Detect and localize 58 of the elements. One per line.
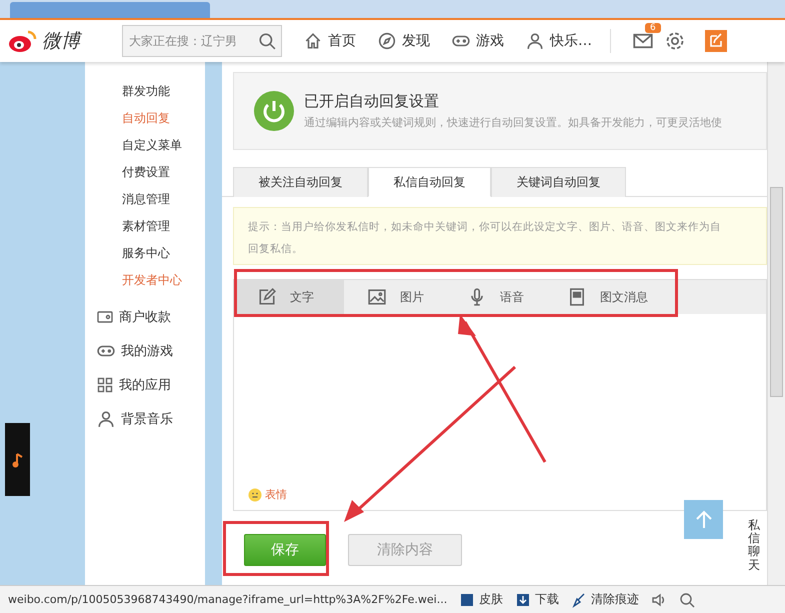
message-type-tab[interactable]: 图文消息 [544, 280, 668, 314]
nav-link[interactable]: 首页 [304, 32, 356, 50]
chat-label[interactable]: 私信聊天 [748, 519, 760, 572]
status-title: 已开启自动回复设置 [304, 92, 440, 111]
scrollbar-thumb[interactable] [770, 187, 783, 397]
download-icon [515, 592, 532, 608]
settings-icon [665, 31, 685, 51]
sidebar-subitem[interactable]: 付费设置 [85, 159, 205, 186]
message-type-tab[interactable]: 图片 [344, 280, 444, 314]
mail-icon [633, 31, 653, 51]
compass-icon [378, 32, 396, 50]
sidebar-subitem[interactable]: 消息管理 [85, 186, 205, 213]
sidebar-subitem[interactable]: 群发功能 [85, 78, 205, 105]
sidebar-subitem[interactable]: 自定义菜单 [85, 132, 205, 159]
image-icon [368, 288, 386, 306]
sidebar-subitem[interactable]: 素材管理 [85, 213, 205, 240]
microphone-icon [468, 288, 486, 306]
grid-icon [97, 377, 113, 393]
sidebar-subitem[interactable]: 服务中心 [85, 240, 205, 267]
home-icon [304, 32, 322, 50]
sidebar-item[interactable]: 商户收款 [85, 300, 205, 334]
document-icon [568, 288, 586, 306]
search-icon [679, 592, 696, 608]
notification-badge: 6 [645, 23, 661, 33]
music-widget[interactable] [5, 423, 30, 496]
tip-text: 回复私信。 [248, 242, 304, 257]
music-note-icon [12, 452, 24, 468]
power-icon [254, 91, 294, 131]
logo-text: 微博 [42, 29, 83, 54]
nav-link[interactable]: 发现 [378, 32, 430, 50]
search-icon [258, 32, 276, 50]
tab[interactable]: 关键词自动回复 [491, 167, 626, 197]
edit-icon [258, 288, 276, 306]
user-icon [526, 32, 544, 50]
search-field[interactable]: 大家正在搜：辽宁男 [122, 25, 282, 57]
tip-text: 提示：当用户给你发私信时，如未命中关键词，你可以在此设定文字、图片、语音、图文来作为自 [248, 220, 722, 235]
message-type-tab[interactable]: 语音 [444, 280, 544, 314]
up-arrow-icon [694, 510, 714, 530]
sidebar-item[interactable]: 我的应用 [85, 368, 205, 402]
tab[interactable]: 私信自动回复 [368, 167, 491, 197]
weibo-logo-icon [8, 29, 38, 53]
sidebar-item[interactable]: 我的游戏 [85, 334, 205, 368]
status-url: weibo.com/p/1005053968743490/manage?iframe_url=http%3A%2F%2Fe.wei... [8, 593, 448, 606]
message-type-tab[interactable]: 文字 [234, 280, 344, 314]
back-to-top-button[interactable] [684, 500, 723, 539]
wallet-icon [97, 309, 113, 325]
smiley-icon [248, 488, 262, 502]
sidebar-item[interactable]: 背景音乐 [85, 402, 205, 436]
status-bar-item[interactable]: 皮肤 [459, 591, 504, 608]
status-description: 通过编辑内容或关键词规则，快速进行自动回复设置。如具备开发能力，可更灵活地使 [304, 115, 722, 130]
user-icon [97, 410, 115, 428]
compose-icon[interactable] [705, 30, 727, 52]
nav-link[interactable]: 快乐… [526, 32, 592, 50]
status-bar-item[interactable]: 清除痕迹 [571, 591, 640, 608]
status-bar-item[interactable]: 下载 [515, 591, 560, 608]
shirt-icon [459, 592, 476, 608]
tab[interactable]: 被关注自动回复 [233, 167, 368, 197]
nav-link[interactable]: 游戏 [452, 32, 504, 50]
